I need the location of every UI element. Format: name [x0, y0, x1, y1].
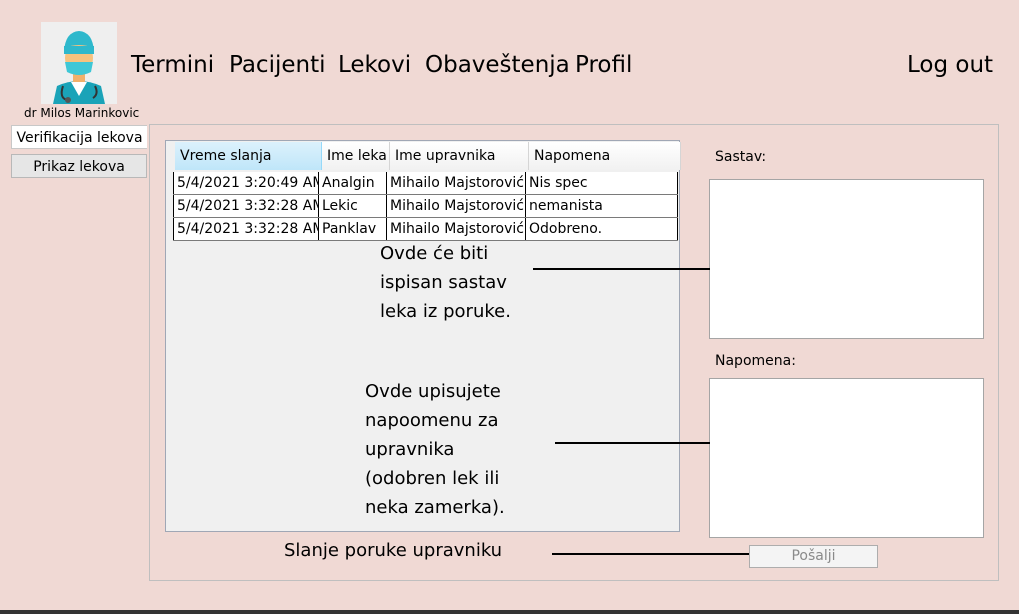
logout-link[interactable]: Log out — [907, 52, 993, 78]
annotation-line: (odobren lek ili — [365, 468, 500, 489]
annotation-send: Slanje poruke upravniku — [284, 540, 503, 561]
napomena-label: Napomena: — [715, 353, 796, 369]
annotation-line: ispisan sastav — [380, 272, 507, 293]
cell-napomena: Odobreno. — [526, 218, 678, 240]
nav-lekovi[interactable]: Lekovi — [338, 52, 411, 78]
annotation-line: upravnika — [365, 439, 455, 460]
bottom-border — [0, 610, 1019, 614]
tab-prikaz-lekova[interactable]: Prikaz lekova — [11, 154, 147, 178]
cell-ime-leka: Lekic — [319, 195, 387, 217]
column-header-ime-upravnika[interactable]: Ime upravnika — [390, 142, 529, 170]
table-row[interactable]: 5/4/2021 3:32:28 AM Panklav Mihailo Majs… — [173, 218, 678, 241]
send-button[interactable]: Pošalji — [749, 545, 878, 568]
table-body: 5/4/2021 3:20:49 AM Analgin Mihailo Majs… — [173, 172, 678, 241]
user-name: dr Milos Marinkovic — [24, 106, 140, 120]
table-row[interactable]: 5/4/2021 3:20:49 AM Analgin Mihailo Majs… — [173, 172, 678, 195]
cell-vreme-slanja: 5/4/2021 3:32:28 AM — [173, 218, 319, 240]
annotation-line: neka zamerka). — [365, 497, 505, 518]
nav-obavestenja[interactable]: Obaveštenja — [425, 52, 570, 78]
annotation-line: leka iz poruke. — [380, 301, 511, 322]
column-header-vreme-slanja[interactable]: Vreme slanja — [175, 142, 322, 170]
column-header-ime-leka[interactable]: Ime leka — [322, 142, 390, 170]
annotation-arrow-napomena — [555, 442, 710, 444]
annotation-line: napoomenu za — [365, 410, 499, 431]
tab-verifikacija-lekova[interactable]: Verifikacija lekova — [11, 125, 147, 149]
cell-ime-upravnika: Mihailo Majstorović — [387, 218, 526, 240]
table-row[interactable]: 5/4/2021 3:32:28 AM Lekic Mihailo Majsto… — [173, 195, 678, 218]
table-header: Vreme slanja Ime leka Ime upravnika Napo… — [175, 142, 681, 170]
cell-vreme-slanja: 5/4/2021 3:32:28 AM — [173, 195, 319, 217]
nav-termini[interactable]: Termini — [131, 52, 214, 78]
cell-vreme-slanja: 5/4/2021 3:20:49 AM — [173, 172, 319, 194]
annotation-sastav: Ovde će biti ispisan sastav leka iz poru… — [380, 239, 511, 326]
nav-profil[interactable]: Profil — [575, 52, 632, 78]
column-header-napomena[interactable]: Napomena — [529, 142, 681, 170]
cell-napomena: Nis spec — [526, 172, 678, 194]
annotation-line: Ovde će biti — [380, 243, 489, 264]
napomena-textarea[interactable] — [709, 378, 984, 538]
sastav-label: Sastav: — [715, 149, 767, 165]
annotation-napomena: Ovde upisujete napoomenu za upravnika (o… — [365, 377, 505, 522]
annotation-line: Ovde upisujete — [365, 381, 501, 402]
doctor-avatar-icon — [41, 22, 117, 104]
sastav-textarea[interactable] — [709, 179, 984, 339]
cell-ime-leka: Panklav — [319, 218, 387, 240]
cell-napomena: nemanista — [526, 195, 678, 217]
annotation-arrow-send — [552, 553, 749, 555]
annotation-arrow-sastav — [533, 268, 710, 270]
cell-ime-upravnika: Mihailo Majstorović — [387, 195, 526, 217]
cell-ime-leka: Analgin — [319, 172, 387, 194]
nav-pacijenti[interactable]: Pacijenti — [229, 52, 326, 78]
cell-ime-upravnika: Mihailo Majstorović — [387, 172, 526, 194]
